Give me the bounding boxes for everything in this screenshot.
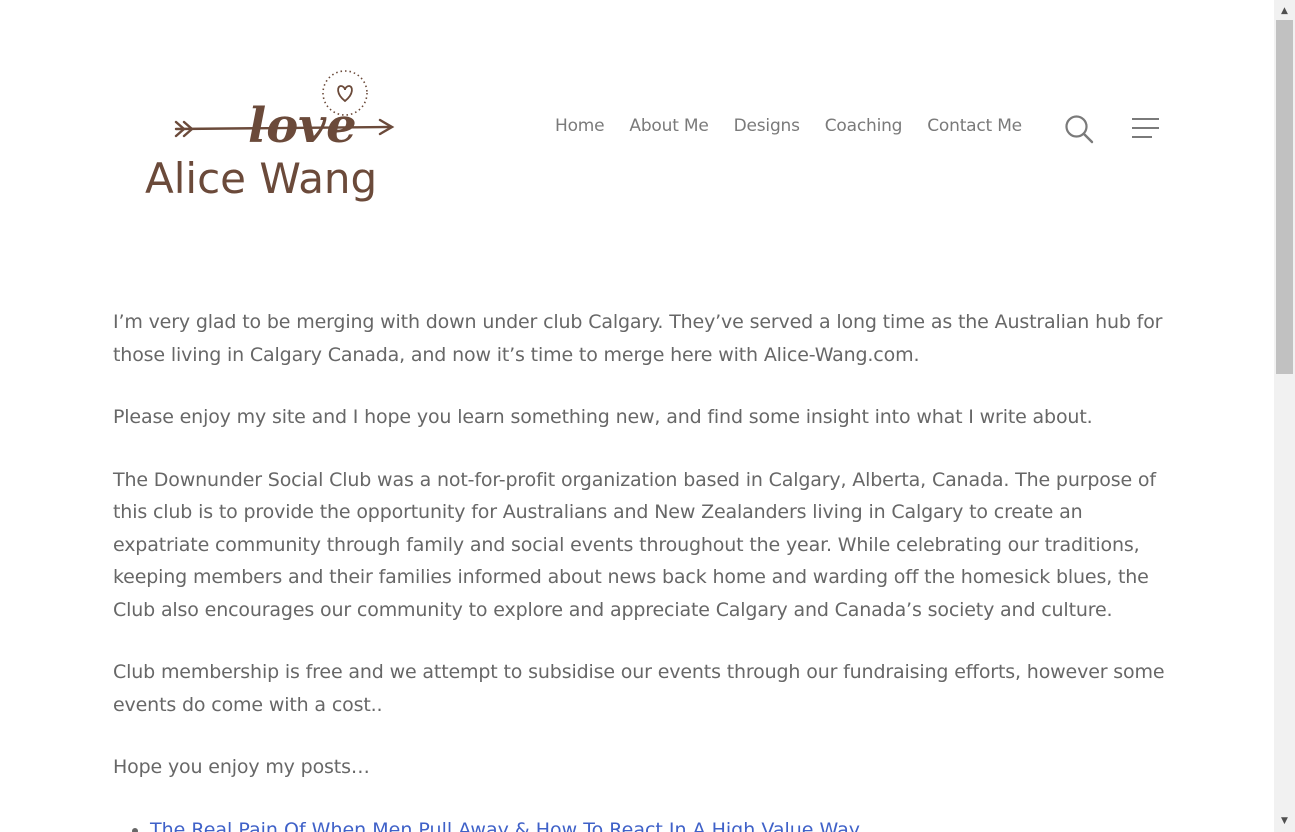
nav-item-home[interactable]: Home <box>555 116 605 136</box>
membership-paragraph: Club membership is free and we attempt t… <box>113 661 1165 716</box>
search-icon[interactable] <box>1064 114 1094 144</box>
main-content: I’m very glad to be merging with down un… <box>113 306 1168 832</box>
post-link[interactable]: The Real Pain Of When Men Pull Away & Ho… <box>150 819 860 832</box>
intro-paragraph: I’m very glad to be merging with down un… <box>113 311 1163 366</box>
nav-item-about-me[interactable]: About Me <box>629 116 708 136</box>
logo-script-word: love <box>248 98 357 154</box>
nav-item-contact-me[interactable]: Contact Me <box>927 116 1022 136</box>
nav-item-designs[interactable]: Designs <box>734 116 800 136</box>
list-item: The Real Pain Of When Men Pull Away & Ho… <box>150 814 1168 832</box>
site-header: love Alice Wang Home About Me Designs Co… <box>0 0 1274 260</box>
vertical-scrollbar[interactable]: ▲ ▼ <box>1274 0 1295 832</box>
nav-item-coaching[interactable]: Coaching <box>825 116 903 136</box>
posts-list: The Real Pain Of When Men Pull Away & Ho… <box>113 814 1168 832</box>
page: love Alice Wang Home About Me Designs Co… <box>0 0 1295 832</box>
hamburger-menu-icon[interactable] <box>1130 116 1160 142</box>
site-logo[interactable]: love Alice Wang <box>140 60 410 210</box>
club-description-paragraph: The Downunder Social Club was a not-for-… <box>113 468 1156 621</box>
scroll-up-arrow-icon[interactable]: ▲ <box>1274 2 1295 20</box>
logo-brand-name: Alice Wang <box>145 154 377 203</box>
logo-graphic: love Alice Wang <box>145 70 395 203</box>
posts-intro-paragraph: Hope you enjoy my posts… <box>113 756 370 778</box>
scrollbar-thumb[interactable] <box>1276 20 1293 374</box>
main-nav: Home About Me Designs Coaching Contact M… <box>555 116 1047 136</box>
scroll-down-arrow-icon[interactable]: ▼ <box>1274 812 1295 830</box>
welcome-paragraph: Please enjoy my site and I hope you lear… <box>113 406 1093 428</box>
